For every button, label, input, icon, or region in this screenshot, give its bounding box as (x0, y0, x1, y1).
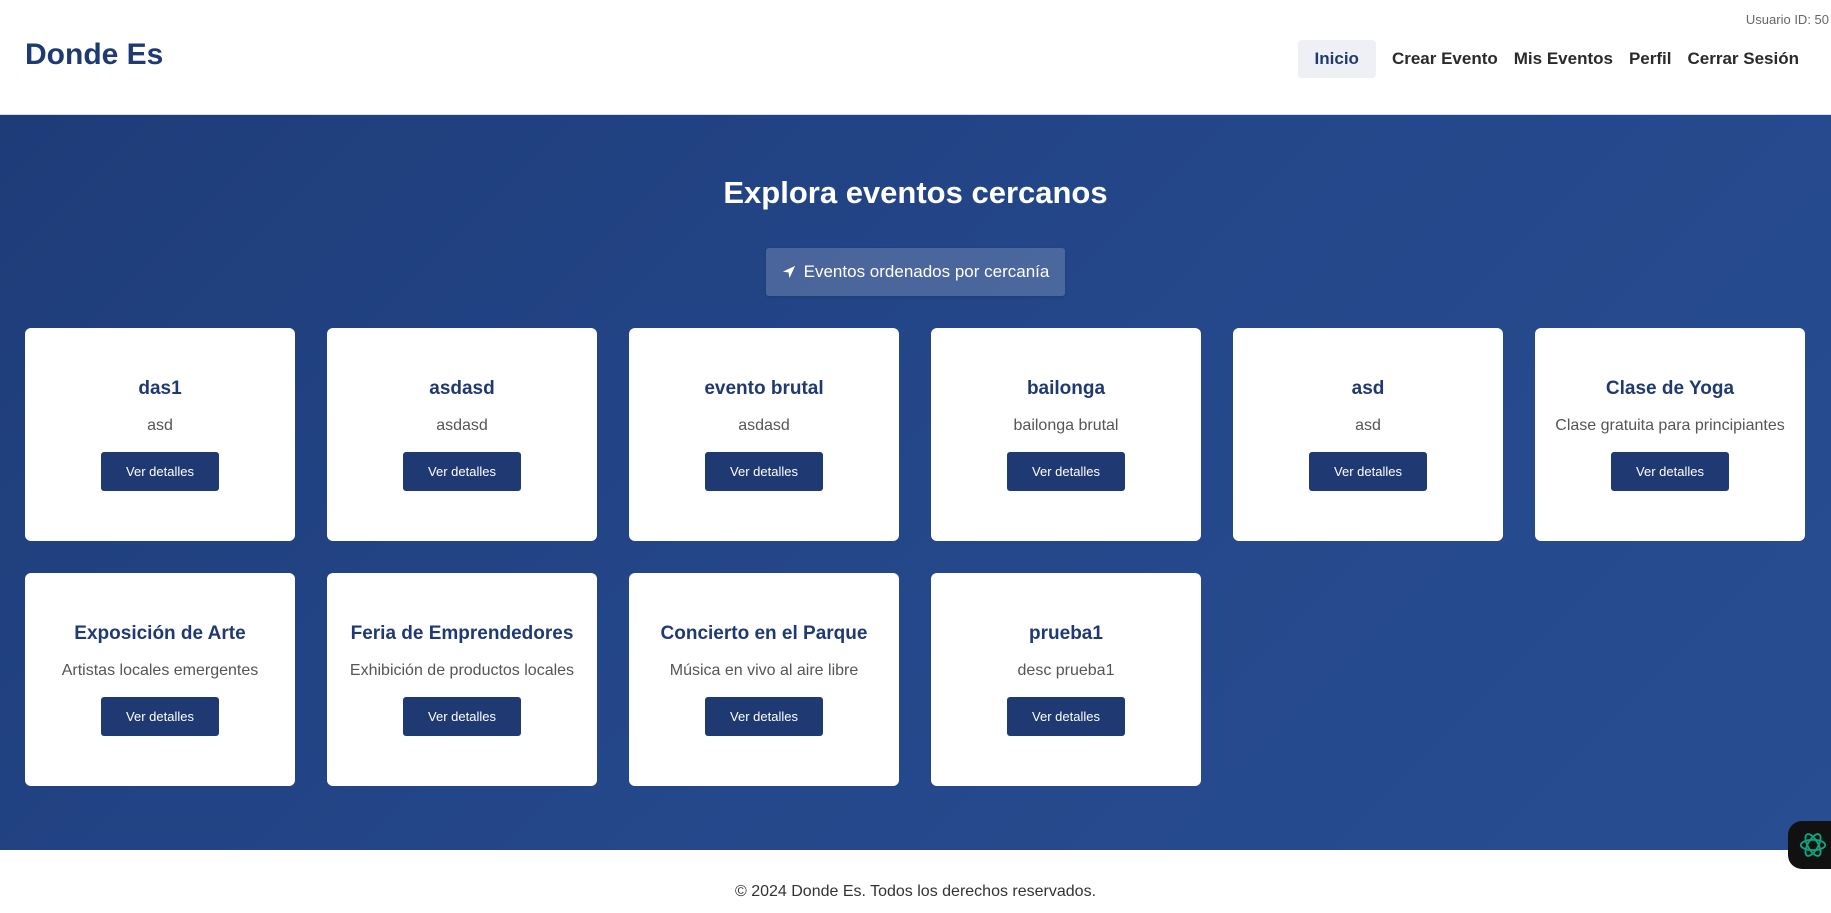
events-grid: das1 asd Ver detalles asdasd asdasd Ver … (25, 328, 1805, 786)
event-description: Clase gratuita para principiantes (1555, 417, 1785, 434)
event-title: asd (1351, 378, 1385, 399)
view-details-button[interactable]: Ver detalles (705, 452, 823, 491)
page-title: Explora eventos cercanos (723, 175, 1108, 210)
event-card: asdasd asdasd Ver detalles (327, 328, 597, 541)
event-card: bailonga bailonga brutal Ver detalles (931, 328, 1201, 541)
nav-inicio[interactable]: Inicio (1297, 40, 1376, 78)
event-card: das1 asd Ver detalles (25, 328, 295, 541)
assistant-icon (1799, 833, 1827, 857)
event-description: Exhibición de productos locales (349, 662, 575, 679)
main-nav: Inicio Crear Evento Mis Eventos Perfil C… (1297, 40, 1808, 78)
event-description: asd (1355, 417, 1381, 434)
event-description: Música en vivo al aire libre (669, 662, 859, 679)
view-details-button[interactable]: Ver detalles (705, 697, 823, 736)
event-title: das1 (138, 378, 182, 399)
event-description: asdasd (738, 417, 790, 434)
view-details-button[interactable]: Ver detalles (1309, 452, 1427, 491)
nav-perfil[interactable]: Perfil (1621, 40, 1680, 78)
view-details-button[interactable]: Ver detalles (1007, 452, 1125, 491)
event-card: Feria de Emprendedores Exhibición de pro… (327, 573, 597, 786)
nav-cerrar-sesion[interactable]: Cerrar Sesión (1680, 40, 1808, 78)
top-header: Usuario ID: 50 Donde Es Inicio Crear Eve… (0, 0, 1831, 115)
sort-button-label: Eventos ordenados por cercanía (803, 262, 1050, 281)
events-hero: Explora eventos cercanos Eventos ordenad… (0, 115, 1831, 850)
brand-logo[interactable]: Donde Es (25, 38, 163, 72)
event-title: Feria de Emprendedores (350, 623, 574, 644)
assistant-floating-button[interactable] (1788, 821, 1831, 869)
sort-by-proximity-button[interactable]: Eventos ordenados por cercanía (766, 248, 1065, 296)
nav-mis-eventos[interactable]: Mis Eventos (1506, 40, 1621, 78)
event-title: Exposición de Arte (74, 623, 246, 644)
copyright-text: © 2024 Donde Es. Todos los derechos rese… (734, 883, 1097, 900)
event-card: Clase de Yoga Clase gratuita para princi… (1535, 328, 1805, 541)
location-arrow-icon (782, 265, 795, 279)
event-description: asd (147, 417, 173, 434)
event-title: prueba1 (1029, 623, 1103, 644)
event-card: Exposición de Arte Artistas locales emer… (25, 573, 295, 786)
event-description: Artistas locales emergentes (61, 662, 259, 679)
nav-crear-evento[interactable]: Crear Evento (1384, 40, 1506, 78)
event-description: desc prueba1 (1017, 662, 1115, 679)
page-footer: © 2024 Donde Es. Todos los derechos rese… (0, 850, 1831, 913)
event-title: Clase de Yoga (1605, 378, 1735, 399)
view-details-button[interactable]: Ver detalles (101, 697, 219, 736)
event-card: asd asd Ver detalles (1233, 328, 1503, 541)
event-card: Concierto en el Parque Música en vivo al… (629, 573, 899, 786)
event-title: bailonga (1026, 378, 1106, 399)
event-title: evento brutal (704, 378, 824, 399)
event-card: prueba1 desc prueba1 Ver detalles (931, 573, 1201, 786)
user-id-label: Usuario ID: 50 (1745, 12, 1829, 27)
event-card: evento brutal asdasd Ver detalles (629, 328, 899, 541)
view-details-button[interactable]: Ver detalles (101, 452, 219, 491)
event-description: bailonga brutal (1013, 417, 1119, 434)
view-details-button[interactable]: Ver detalles (1007, 697, 1125, 736)
event-title: asdasd (429, 378, 495, 399)
event-title: Concierto en el Parque (660, 623, 868, 644)
view-details-button[interactable]: Ver detalles (1611, 452, 1729, 491)
view-details-button[interactable]: Ver detalles (403, 697, 521, 736)
view-details-button[interactable]: Ver detalles (403, 452, 521, 491)
event-description: asdasd (436, 417, 488, 434)
